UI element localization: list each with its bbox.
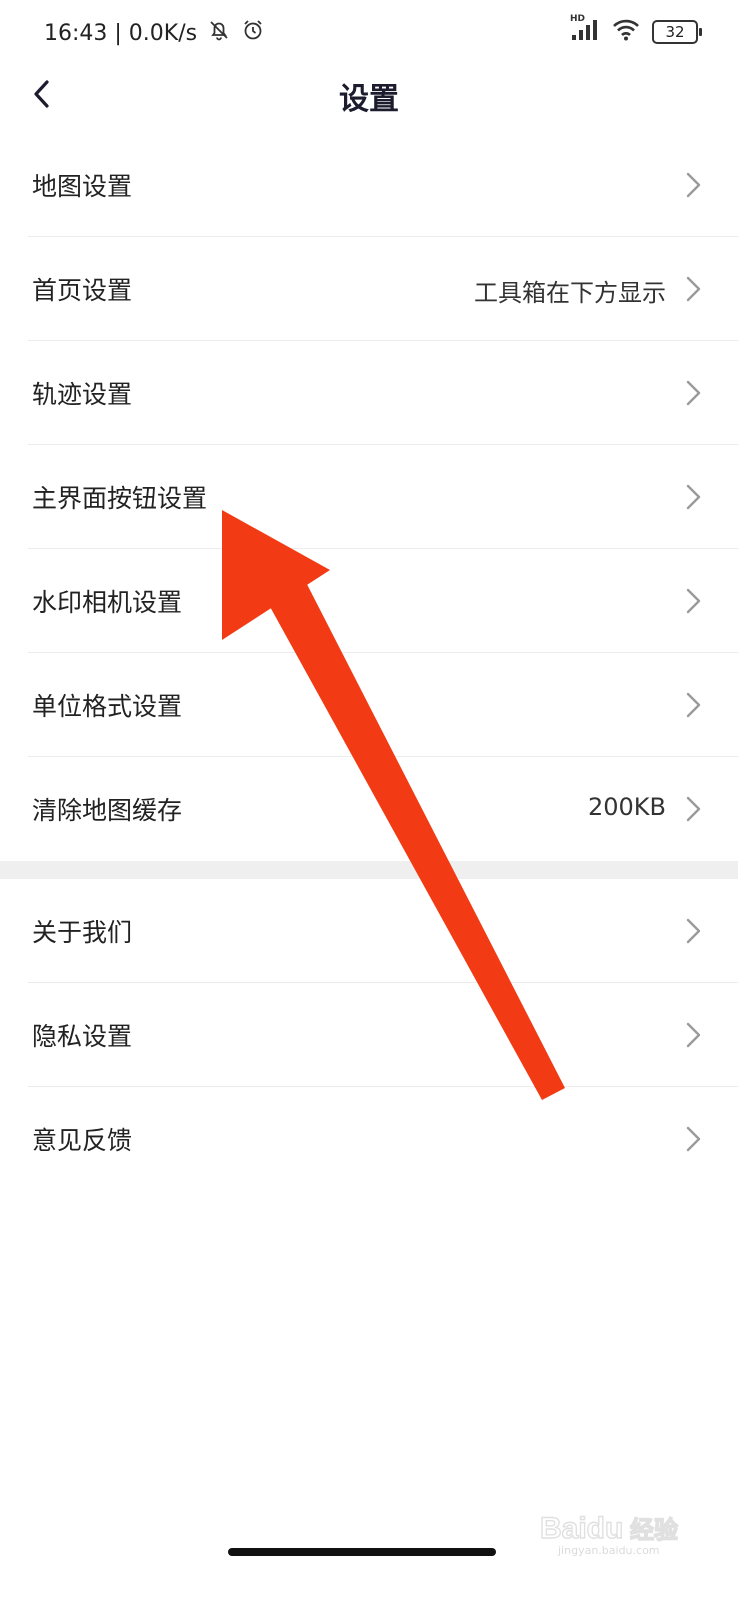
status-right: HD 32 <box>570 14 702 46</box>
chevron-right-icon <box>686 276 701 302</box>
settings-item-label: 主界面按钮设置 <box>32 484 208 513</box>
settings-item-label: 单位格式设置 <box>32 692 183 721</box>
svg-text:jingyan.baidu.com: jingyan.baidu.com <box>557 1544 660 1557</box>
status-time-speed: 16:43 | 0.0K/s <box>44 20 198 46</box>
alarm-icon <box>241 18 265 48</box>
settings-item-label: 关于我们 <box>32 918 133 947</box>
chevron-right-icon <box>686 1022 701 1048</box>
settings-item-map[interactable]: 地图设置 <box>28 133 738 237</box>
settings-item-label: 清除地图缓存 <box>32 796 183 825</box>
settings-item-label: 隐私设置 <box>32 1022 133 1051</box>
svg-text:Baidu: Baidu <box>540 1512 623 1545</box>
chevron-right-icon <box>686 484 701 510</box>
settings-item-feedback[interactable]: 意见反馈 <box>28 1087 738 1191</box>
settings-item-label: 首页设置 <box>32 276 133 305</box>
header: 设置 <box>0 64 738 124</box>
settings-list: 地图设置 首页设置 工具箱在下方显示 轨迹设置 主界面按钮设置 水印相机设置 单… <box>0 133 738 1191</box>
chevron-right-icon <box>686 1126 701 1152</box>
chevron-right-icon <box>686 918 701 944</box>
settings-item-track[interactable]: 轨迹设置 <box>28 341 738 445</box>
status-left: 16:43 | 0.0K/s <box>44 18 265 48</box>
settings-item-about[interactable]: 关于我们 <box>28 879 738 983</box>
chevron-right-icon <box>686 796 701 822</box>
status-bar: 16:43 | 0.0K/s HD 32 <box>0 0 738 64</box>
settings-item-label: 轨迹设置 <box>32 380 133 409</box>
settings-item-label: 地图设置 <box>32 172 133 201</box>
wifi-icon <box>612 19 640 45</box>
battery-icon: 32 <box>652 20 702 44</box>
chevron-right-icon <box>686 692 701 718</box>
settings-item-label: 意见反馈 <box>32 1126 133 1155</box>
settings-item-label: 水印相机设置 <box>32 588 183 617</box>
settings-item-value: 工具箱在下方显示 <box>474 279 666 307</box>
cellular-signal-icon: HD <box>570 14 600 46</box>
network-type: HD <box>570 14 586 24</box>
page-title: 设置 <box>339 82 399 117</box>
settings-item-privacy[interactable]: 隐私设置 <box>28 983 738 1087</box>
group-divider <box>0 861 738 879</box>
baidu-watermark-logo: Baidu 经验 jingyan.baidu.com <box>539 1511 678 1557</box>
home-indicator[interactable] <box>228 1548 496 1556</box>
svg-text:经验: 经验 <box>630 1516 678 1544</box>
settings-item-value: 200KB <box>587 793 666 821</box>
settings-item-homepage[interactable]: 首页设置 工具箱在下方显示 <box>28 237 738 341</box>
settings-item-watermark-camera[interactable]: 水印相机设置 <box>28 549 738 653</box>
settings-item-main-buttons[interactable]: 主界面按钮设置 <box>28 445 738 549</box>
settings-item-unit-format[interactable]: 单位格式设置 <box>28 653 738 757</box>
chevron-right-icon <box>686 172 701 198</box>
settings-item-clear-cache[interactable]: 清除地图缓存 200KB <box>28 757 738 861</box>
chevron-right-icon <box>686 380 701 406</box>
chevron-right-icon <box>686 588 701 614</box>
bell-muted-icon <box>207 18 231 48</box>
